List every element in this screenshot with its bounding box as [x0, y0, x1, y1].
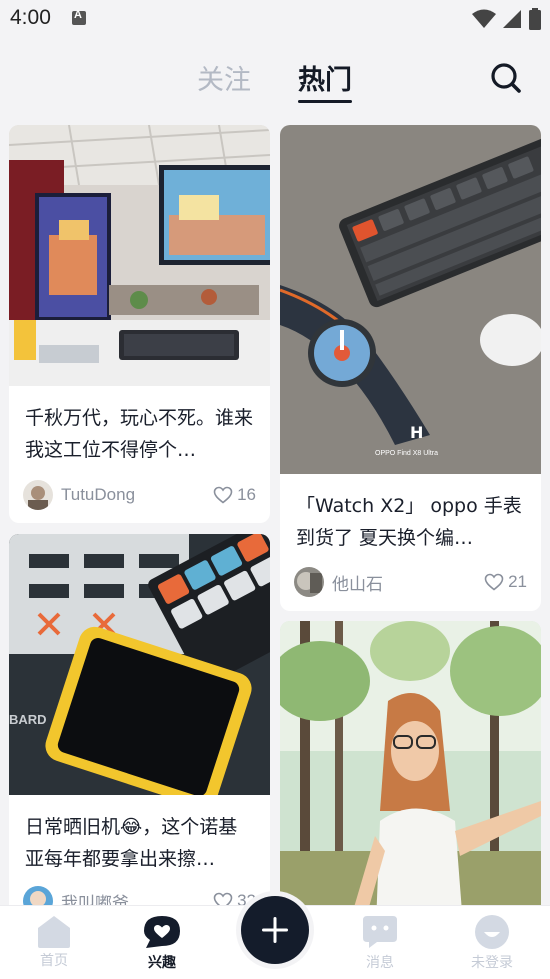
avatar[interactable] — [23, 480, 53, 510]
avatar[interactable] — [23, 886, 53, 905]
search-icon — [491, 63, 521, 93]
nav-messages-label: 消息 — [366, 955, 394, 971]
post-meta: 我叫嘟爸 32 — [23, 884, 256, 905]
home-icon — [38, 916, 70, 948]
tab-hot[interactable]: 热门 — [298, 58, 352, 97]
heart-outline-icon — [213, 892, 233, 905]
nav-interest-label: 兴趣 — [148, 955, 176, 971]
svg-text:BARD: BARD — [9, 712, 47, 727]
create-post-button[interactable] — [241, 896, 309, 964]
wifi-icon — [472, 9, 496, 28]
heart-bubble-icon — [144, 916, 180, 948]
heart-outline-icon — [213, 486, 233, 504]
status-time: 4:00 — [10, 6, 51, 29]
like-button[interactable]: 16 — [213, 485, 256, 505]
post-card[interactable]: 千秋万代，玩心不死。谁来我这工位不得停个… TutuDong 16 — [9, 125, 270, 523]
like-count: 16 — [237, 485, 256, 504]
plus-icon — [262, 917, 288, 943]
old-phone-photo: BARD — [9, 534, 270, 795]
status-icons — [472, 8, 542, 30]
like-button[interactable]: 21 — [484, 572, 527, 592]
post-card[interactable] — [280, 621, 541, 905]
post-title: 日常晒旧机😂，这个诺基亚每年都要拿出来擦… — [25, 816, 238, 870]
nav-profile[interactable]: 未登录 — [452, 914, 532, 972]
post-meta: TutuDong 16 — [23, 478, 256, 512]
post-card[interactable]: H OPPO Find X8 Ultra 「Watch X2」 oppo 手表到… — [280, 125, 541, 611]
nav-profile-label: 未登录 — [471, 955, 513, 971]
nav-home-label: 首页 — [40, 953, 68, 969]
nav-messages[interactable]: 消息 — [340, 914, 420, 972]
nav-home[interactable]: 首页 — [14, 914, 94, 970]
post-meta: 他山石 21 — [294, 565, 527, 599]
search-button[interactable] — [488, 60, 524, 96]
notification-icon — [72, 9, 86, 25]
nav-interest[interactable]: 兴趣 — [122, 914, 202, 972]
svg-text:H: H — [410, 423, 423, 442]
heart-outline-icon — [484, 573, 504, 591]
tab-indicator — [298, 100, 352, 103]
post-card[interactable]: BARD 日常晒旧机😂，这个诺基亚每年都要拿出来擦… 我叫嘟爸 32 — [9, 534, 270, 905]
tab-follow[interactable]: 关注 — [197, 58, 251, 97]
profile-icon — [475, 915, 509, 949]
author-name[interactable]: TutuDong — [61, 485, 135, 505]
post-title: 千秋万代，玩心不死。谁来我这工位不得停个… — [25, 407, 254, 461]
author-name[interactable]: 我叫嘟爸 — [61, 889, 129, 906]
watch-and-keyboard-photo: H OPPO Find X8 Ultra — [280, 125, 541, 474]
like-count: 21 — [508, 572, 527, 591]
post-title: 「Watch X2」 oppo 手表到货了 夏天换个编… — [296, 495, 522, 549]
message-icon — [363, 916, 397, 948]
author-name[interactable]: 他山石 — [332, 570, 383, 595]
feed: 千秋万代，玩心不死。谁来我这工位不得停个… TutuDong 16 H OPPO… — [0, 125, 550, 905]
signal-icon — [503, 10, 521, 28]
like-button[interactable]: 32 — [213, 891, 256, 905]
desk-setup-photo — [9, 125, 270, 386]
avatar[interactable] — [294, 567, 324, 597]
status-bar: 4:00 — [0, 0, 550, 38]
photo-watermark: OPPO Find X8 Ultra — [375, 450, 438, 457]
woman-outdoor-photo — [280, 621, 541, 905]
top-bar: 关注 热门 — [0, 40, 550, 115]
battery-icon — [529, 8, 541, 30]
